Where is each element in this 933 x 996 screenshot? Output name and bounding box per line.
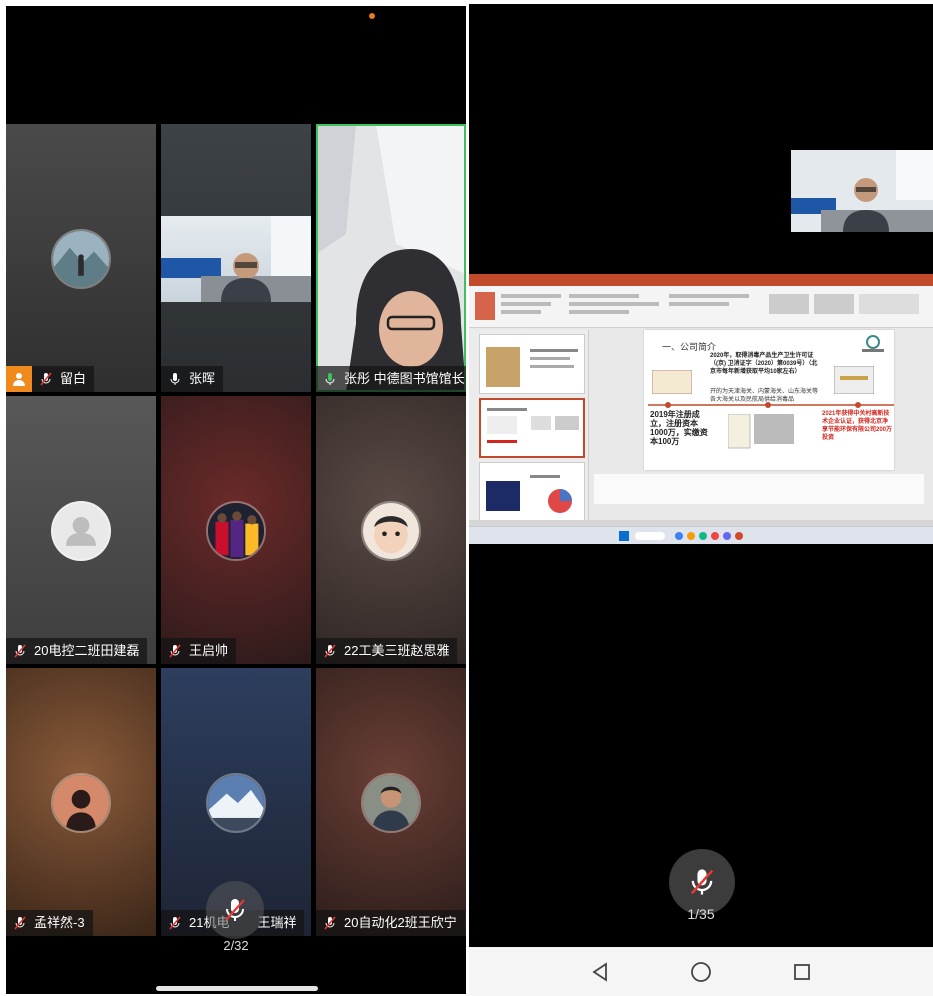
windows-taskbar (469, 526, 933, 544)
mic-muted-icon (38, 371, 54, 387)
mute-toggle-button[interactable] (206, 881, 264, 939)
video-feed (316, 124, 466, 392)
participant-name: 张彤 中德图书馆馆长 (344, 371, 465, 386)
back-triangle-icon (592, 961, 607, 982)
avatar (206, 501, 266, 561)
participant-name: 王启帅 (189, 643, 229, 658)
certificate-image (834, 366, 874, 394)
name-tag: 张彤 中德图书馆馆长 (316, 366, 466, 392)
back-button[interactable] (585, 957, 615, 987)
name-tag: 留白 (6, 366, 95, 392)
slide-text-2020: 2020年，取得消毒产品生产卫生许可证（(京) 卫消证字（2020）第0039号… (710, 353, 818, 375)
slide-thumbnails-pane[interactable] (469, 330, 589, 522)
user-icon (6, 366, 32, 392)
video-feed (161, 216, 311, 302)
avatar (51, 501, 111, 561)
recents-button[interactable] (787, 957, 817, 987)
participant-tile[interactable]: 20自动化2班王欣宁 (316, 668, 466, 936)
screen-share-view[interactable]: 一、公司简介 2020年，取得消毒产品生产卫生许可证（(京) 卫消证字（2020… (469, 274, 933, 544)
participant-tile[interactable]: 王启帅 (161, 396, 311, 664)
home-button[interactable] (686, 957, 716, 987)
mic-muted-icon (12, 915, 28, 931)
recents-square-icon (794, 963, 811, 980)
mic-icon (167, 371, 183, 387)
license-images (728, 414, 794, 449)
participant-name: 留白 (60, 371, 87, 386)
participant-name: 22工美三班赵思雅 (344, 643, 450, 658)
participant-tile[interactable]: 20电控二班田建磊 (6, 396, 156, 664)
mic-muted-icon (690, 869, 714, 895)
avatar (51, 229, 111, 289)
camera-indicator-dot (369, 13, 375, 19)
participant-tile[interactable]: 孟祥然-3 (6, 668, 156, 936)
avatar (51, 773, 111, 833)
slide-thumbnail-selected[interactable] (479, 398, 585, 458)
speaker-notes (594, 474, 924, 504)
mic-muted-icon (225, 899, 245, 921)
ppt-ribbon (469, 286, 933, 328)
name-tag: 孟祥然-3 (6, 910, 93, 936)
participant-grid: 留白 张晖 张彤 中德图书馆馆长 20电控二班田建磊 王启帅 22工美三班赵思雅… (6, 124, 466, 937)
avatar (206, 773, 266, 833)
participant-name: 20自动化2班王欣宁 (344, 915, 457, 930)
slide-text-2019: 2019年注册成立，注册资本1000万，实缴资本100万 (650, 410, 708, 446)
mic-speaking-icon (322, 371, 338, 387)
avatar (361, 773, 421, 833)
participant-tile[interactable]: 22工美三班赵思雅 (316, 396, 466, 664)
slide-title: 一、公司简介 (662, 342, 717, 352)
home-circle-icon (691, 961, 711, 982)
current-slide: 一、公司简介 2020年，取得消毒产品生产卫生许可证（(京) 卫消证字（2020… (644, 330, 894, 470)
participant-tile[interactable]: 留白 (6, 124, 156, 392)
ppt-title-bar (469, 274, 933, 286)
android-nav-bar (469, 947, 933, 996)
participant-tile-active[interactable]: 张彤 中德图书馆馆长 (316, 124, 466, 392)
timeline-line (648, 402, 894, 408)
page-indicator: 1/35 (687, 906, 715, 922)
slide-thumbnail[interactable] (479, 334, 585, 394)
home-indicator-bar[interactable] (156, 986, 318, 991)
slide-text-2021: 2021年获得中关村高新技术企业认证，获得北京净享节能环保有限公司200万投资 (822, 411, 893, 441)
name-tag: 20电控二班田建磊 (6, 638, 148, 664)
name-tag: 22工美三班赵思雅 (316, 638, 458, 664)
mic-muted-icon (12, 643, 28, 659)
right-phone-screen: 张晖 一、公司简介 2020年 (469, 4, 933, 996)
mic-muted-icon (167, 643, 183, 659)
mic-muted-icon (322, 915, 338, 931)
page-indicator: 2/32 (223, 938, 249, 953)
left-phone-screen: 留白 张晖 张彤 中德图书馆馆长 20电控二班田建磊 王启帅 22工美三班赵思雅… (6, 6, 466, 994)
company-logo (862, 335, 884, 352)
name-tag: 张晖 (161, 366, 224, 392)
participant-name: 张晖 (189, 371, 216, 386)
participant-tile[interactable]: 张晖 (161, 124, 311, 392)
certificate-image (652, 370, 692, 394)
participant-name: 孟祥然-3 (34, 915, 85, 930)
name-tag: 王启帅 (161, 638, 237, 664)
name-tag: 20自动化2班王欣宁 (316, 910, 465, 936)
mic-muted-icon (167, 915, 183, 931)
speaker-video-thumbnail[interactable] (791, 150, 933, 232)
avatar (361, 501, 421, 561)
participant-name: 20电控二班田建磊 (34, 643, 140, 658)
slide-thumbnail[interactable] (479, 462, 585, 522)
mic-muted-icon (322, 643, 338, 659)
